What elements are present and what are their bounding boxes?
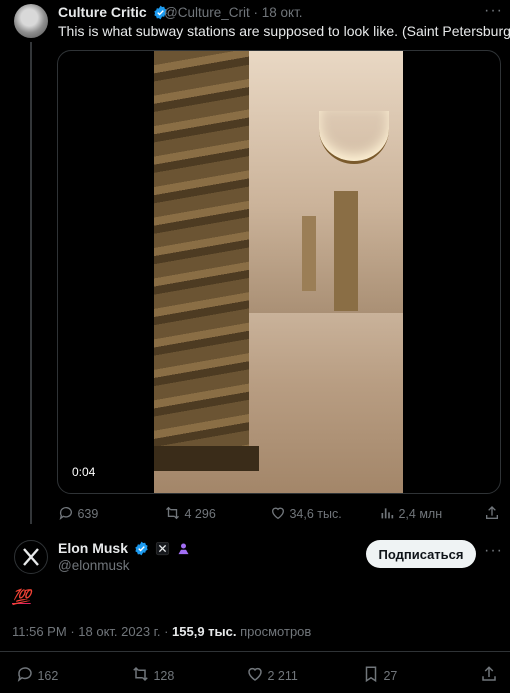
subway-video-frame[interactable] — [154, 51, 403, 493]
thread-line — [30, 42, 32, 524]
x-logo-icon — [23, 548, 39, 566]
share-icon — [486, 506, 498, 519]
tweet-like-count: 2 211 — [267, 669, 298, 683]
tweet-more-icon[interactable]: ··· — [484, 542, 503, 560]
tweet-time[interactable]: 11:56 PM — [12, 624, 67, 639]
video-chandelier — [319, 111, 389, 164]
reply-icon — [59, 507, 72, 520]
quoted-author-name[interactable]: Culture Critic — [58, 4, 147, 20]
culture-critic-avatar[interactable] — [14, 4, 48, 38]
tweet-author-name[interactable]: Elon Musk — [58, 540, 128, 556]
like-count: 34,6 тыс. — [289, 507, 342, 521]
repost-icon — [166, 506, 179, 520]
video-pillar-far — [302, 216, 316, 291]
more-options-icon[interactable]: ··· — [484, 2, 503, 20]
repost-icon — [133, 666, 148, 682]
tweet-handle[interactable]: @elonmusk — [58, 558, 129, 573]
reply-icon — [17, 667, 32, 682]
quoted-text: This is what subway stations are suppose… — [58, 23, 510, 39]
tweet-views-count: 155,9 тыс. — [172, 624, 237, 639]
video-pillar-base — [154, 446, 259, 471]
video-player[interactable]: 0:04 — [57, 50, 501, 494]
profile-label-icon — [178, 543, 189, 555]
tweet-bookmark-button[interactable]: 27 — [362, 665, 397, 683]
views-button[interactable]: 2,4 млн — [379, 505, 442, 521]
bookmark-icon — [365, 666, 377, 683]
tweet-share-button[interactable] — [480, 665, 498, 683]
share-button[interactable] — [484, 505, 500, 521]
tweet-reply-button[interactable]: 162 — [16, 665, 58, 683]
tweet-date[interactable]: 18 окт. 2023 г. — [78, 624, 160, 639]
analytics-icon — [381, 508, 394, 519]
elon-avatar[interactable] — [14, 540, 48, 574]
divider — [0, 651, 510, 652]
quoted-handle-line: @Culture_Crit · 18 окт. — [164, 5, 303, 20]
tweet-author[interactable]: Elon Musk — [58, 540, 191, 556]
video-pillar-near — [154, 51, 249, 451]
tweet-reply-count: 162 — [37, 669, 59, 683]
quoted-handle[interactable]: @Culture_Crit — [164, 5, 250, 20]
repost-button[interactable]: 4 296 — [164, 505, 216, 521]
follow-button[interactable]: Подписаться — [366, 540, 476, 568]
x-affiliate-badge-icon — [155, 541, 169, 556]
tweet-views-label: просмотров — [240, 624, 312, 639]
tweet-repost-button[interactable]: 128 — [131, 665, 174, 683]
quoted-author[interactable]: Culture Critic — [58, 4, 168, 20]
quoted-date[interactable]: 18 окт. — [262, 5, 303, 20]
share-icon — [482, 666, 496, 681]
verified-badge-icon — [135, 541, 148, 556]
views-count: 2,4 млн — [398, 507, 443, 521]
reply-count: 639 — [77, 507, 99, 521]
video-timestamp: 0:04 — [72, 465, 96, 479]
heart-icon — [248, 667, 262, 681]
tweet-like-button[interactable]: 2 211 — [246, 665, 298, 683]
tweet-bookmark-count: 27 — [383, 669, 398, 683]
heart-icon — [271, 507, 285, 520]
like-button[interactable]: 34,6 тыс. — [270, 505, 342, 521]
reply-button[interactable]: 639 — [58, 505, 98, 521]
tweet-meta: 11:56 PM · 18 окт. 2023 г. · 155,9 тыс. … — [12, 624, 312, 639]
tweet-text: 💯 — [12, 589, 31, 606]
tweet-repost-count: 128 — [153, 669, 175, 683]
video-pillar-mid — [334, 191, 358, 311]
repost-count: 4 296 — [184, 507, 216, 521]
